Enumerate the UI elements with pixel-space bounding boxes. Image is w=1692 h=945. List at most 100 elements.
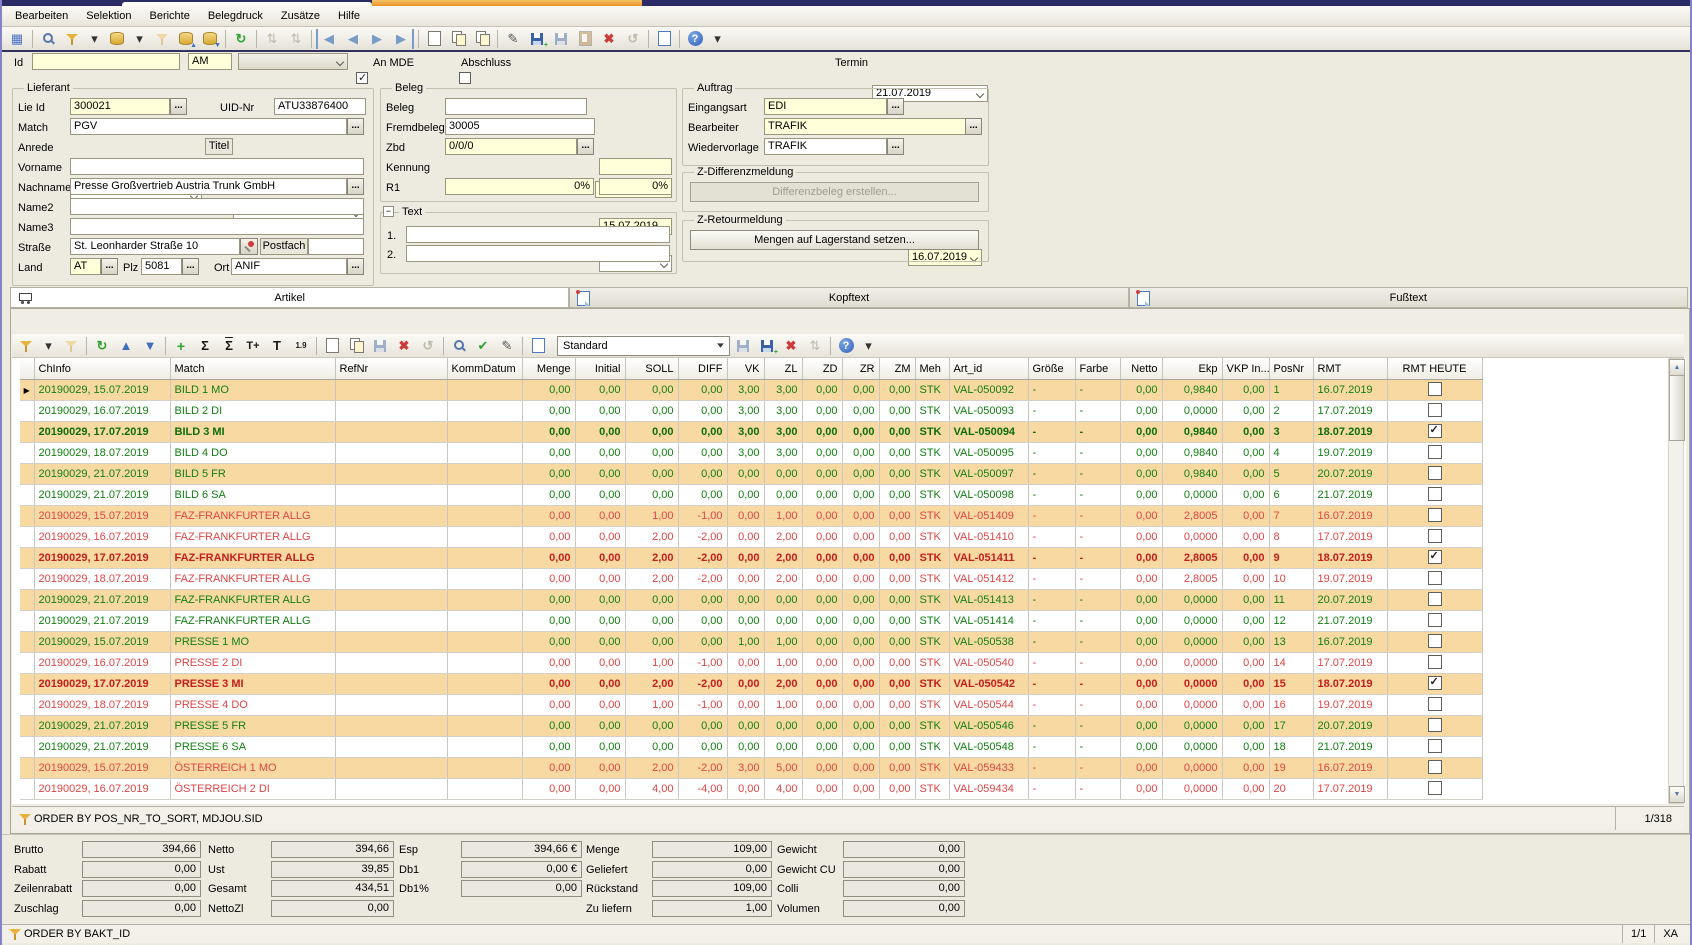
nav-first-icon[interactable]: ◀	[316, 29, 340, 49]
plz-field[interactable]: 5081	[141, 258, 182, 275]
scroll-thumb[interactable]	[1669, 375, 1685, 441]
bearbeiter-field[interactable]: TRAFIK	[764, 118, 970, 135]
tab-kopftext[interactable]: Kopftext	[569, 287, 1128, 308]
rmt-heute-checkbox[interactable]	[1428, 487, 1442, 501]
refresh-icon[interactable]: ↻	[230, 29, 252, 49]
rmt-heute-checkbox[interactable]	[1428, 697, 1442, 711]
col-header-menge[interactable]: Menge	[522, 358, 575, 380]
r1-field-b[interactable]: 0%	[599, 178, 672, 195]
font-add-icon[interactable]: T+	[242, 336, 264, 356]
table-row[interactable]: 20190029, 21.07.2019PRESSE 5 FR0,000,000…	[20, 716, 1482, 737]
view-lock-icon[interactable]: ⇅	[804, 336, 826, 356]
menu-item-berichte[interactable]: Berichte	[140, 8, 198, 24]
save-add-icon[interactable]: +	[526, 29, 548, 49]
land-field[interactable]: AT	[70, 258, 101, 275]
nav-next-icon[interactable]: ▶	[366, 29, 388, 49]
col-header-soll[interactable]: SOLL	[625, 358, 678, 380]
tab-fußtext[interactable]: Fußtext	[1129, 287, 1688, 308]
match-lookup-button[interactable]: ...	[347, 118, 364, 135]
table-row[interactable]: 20190029, 21.07.2019BILD 5 FR0,000,000,0…	[20, 464, 1482, 485]
delete-icon[interactable]: ✖	[598, 29, 620, 49]
menu-item-selektion[interactable]: Selektion	[77, 8, 140, 24]
menu-item-belegdruck[interactable]: Belegdruck	[199, 8, 272, 24]
grid-scrollbar[interactable]: ▲ ▼	[1668, 358, 1684, 804]
postfach-field[interactable]	[308, 238, 364, 255]
menu-item-bearbeiten[interactable]: Bearbeiten	[6, 8, 77, 24]
grid-save-icon[interactable]	[369, 336, 391, 356]
filter-dropdown-icon[interactable]: ▾	[85, 29, 104, 49]
col-header-vkp[interactable]: VKP In...	[1222, 358, 1269, 380]
strasse-field[interactable]: St. Leonharder Straße 10	[70, 238, 240, 255]
rmt-heute-checkbox[interactable]	[1428, 466, 1442, 480]
help-icon[interactable]: ?	[684, 29, 706, 49]
col-header-netto[interactable]: Netto	[1120, 358, 1162, 380]
row-up-icon[interactable]: ▲	[115, 336, 137, 356]
rmt-heute-checkbox[interactable]	[1428, 571, 1442, 585]
uid-field[interactable]: ATU33876400	[274, 98, 366, 115]
rmt-heute-checkbox[interactable]	[1428, 634, 1442, 648]
wiedervorlage-field[interactable]: TRAFIK	[764, 138, 887, 155]
rmt-heute-checkbox[interactable]	[1428, 781, 1442, 795]
zbd-lookup-button[interactable]: ...	[577, 138, 594, 155]
sort-desc-icon[interactable]: ⇅	[285, 29, 307, 49]
name3-field[interactable]	[70, 218, 364, 235]
grid-search-icon[interactable]	[448, 336, 470, 356]
rmt-heute-checkbox[interactable]	[1428, 676, 1442, 690]
match-field[interactable]: PGV	[70, 118, 347, 135]
rmt-heute-checkbox[interactable]	[1428, 403, 1442, 417]
table-row[interactable]: 20190029, 21.07.2019BILD 6 SA0,000,000,0…	[20, 485, 1482, 506]
insert-position-icon[interactable]: +	[170, 336, 192, 356]
name2-field[interactable]	[70, 198, 364, 215]
table-row[interactable]: 20190029, 15.07.2019FAZ-FRANKFURTER ALLG…	[20, 506, 1482, 527]
col-header-zd[interactable]: ZD	[802, 358, 842, 380]
decimal-format-icon[interactable]: 1.9	[290, 336, 312, 356]
menu-item-hilfe[interactable]: Hilfe	[329, 8, 369, 24]
rmt-heute-checkbox[interactable]	[1428, 613, 1442, 627]
col-header-posnr[interactable]: PosNr	[1269, 358, 1313, 380]
table-row[interactable]: 20190029, 17.07.2019FAZ-FRANKFURTER ALLG…	[20, 548, 1482, 569]
nachname-lookup-button[interactable]: ...	[347, 178, 364, 195]
table-row[interactable]: 20190029, 21.07.2019FAZ-FRANKFURTER ALLG…	[20, 590, 1482, 611]
rmt-heute-checkbox[interactable]	[1428, 550, 1442, 564]
id-field[interactable]	[32, 53, 180, 70]
text-collapse-button[interactable]: −	[383, 206, 394, 217]
copy-record-icon[interactable]	[447, 29, 469, 49]
col-header-diff[interactable]: DIFF	[678, 358, 727, 380]
ort-field[interactable]: ANIF	[231, 258, 347, 275]
eingangsart-field[interactable]: EDI	[764, 98, 887, 115]
land-lookup-button[interactable]: ...	[101, 258, 118, 275]
rmt-heute-checkbox[interactable]	[1428, 508, 1442, 522]
col-header-refnr[interactable]: RefNr	[335, 358, 447, 380]
grid-delete-icon[interactable]: ✖	[393, 336, 415, 356]
copy-icon[interactable]	[471, 29, 493, 49]
view-delete-icon[interactable]: ✖	[780, 336, 802, 356]
sort-asc-icon[interactable]: ⇅	[261, 29, 283, 49]
table-row[interactable]: 20190029, 21.07.2019PRESSE 6 SA0,000,000…	[20, 737, 1482, 758]
an-mde-checkbox[interactable]	[356, 72, 368, 84]
mengen-lagerstand-button[interactable]: Mengen auf Lagerstand setzen...	[690, 230, 979, 250]
beleg-field[interactable]	[445, 98, 587, 115]
grid-filter-clear-icon[interactable]	[60, 336, 82, 356]
scroll-up-icon[interactable]: ▲	[1669, 359, 1685, 376]
grid-filter-dropdown-icon[interactable]: ▾	[39, 336, 58, 356]
grid-edit-icon[interactable]: ✎	[496, 336, 518, 356]
eingangsart-lookup-button[interactable]: ...	[887, 98, 904, 115]
help-dropdown-icon[interactable]: ▾	[708, 29, 727, 49]
table-row[interactable]: ▶20190029, 15.07.2019BILD 1 MO0,000,000,…	[20, 380, 1482, 401]
db-download-icon[interactable]: ▼	[199, 29, 221, 49]
col-header-ekp[interactable]: Ekp	[1162, 358, 1222, 380]
db-search-dropdown-icon[interactable]: ▾	[130, 29, 149, 49]
grid-validate-icon[interactable]: ✔	[472, 336, 494, 356]
table-row[interactable]: 20190029, 18.07.2019BILD 4 DO0,000,000,0…	[20, 443, 1482, 464]
col-header-rmt_heute[interactable]: RMT HEUTE	[1387, 358, 1482, 380]
table-row[interactable]: 20190029, 17.07.2019BILD 3 MI0,000,000,0…	[20, 422, 1482, 443]
zbd-field[interactable]: 0/0/0	[445, 138, 577, 155]
grid-help-icon[interactable]: ?	[835, 336, 857, 356]
ort-lookup-button[interactable]: ...	[347, 258, 364, 275]
preview-icon[interactable]	[37, 29, 59, 49]
col-header-meh[interactable]: Meh	[915, 358, 949, 380]
col-header-groesse[interactable]: Größe	[1028, 358, 1075, 380]
rmt-heute-checkbox[interactable]	[1428, 760, 1442, 774]
rmt-heute-checkbox[interactable]	[1428, 655, 1442, 669]
rmt-heute-checkbox[interactable]	[1428, 424, 1442, 438]
